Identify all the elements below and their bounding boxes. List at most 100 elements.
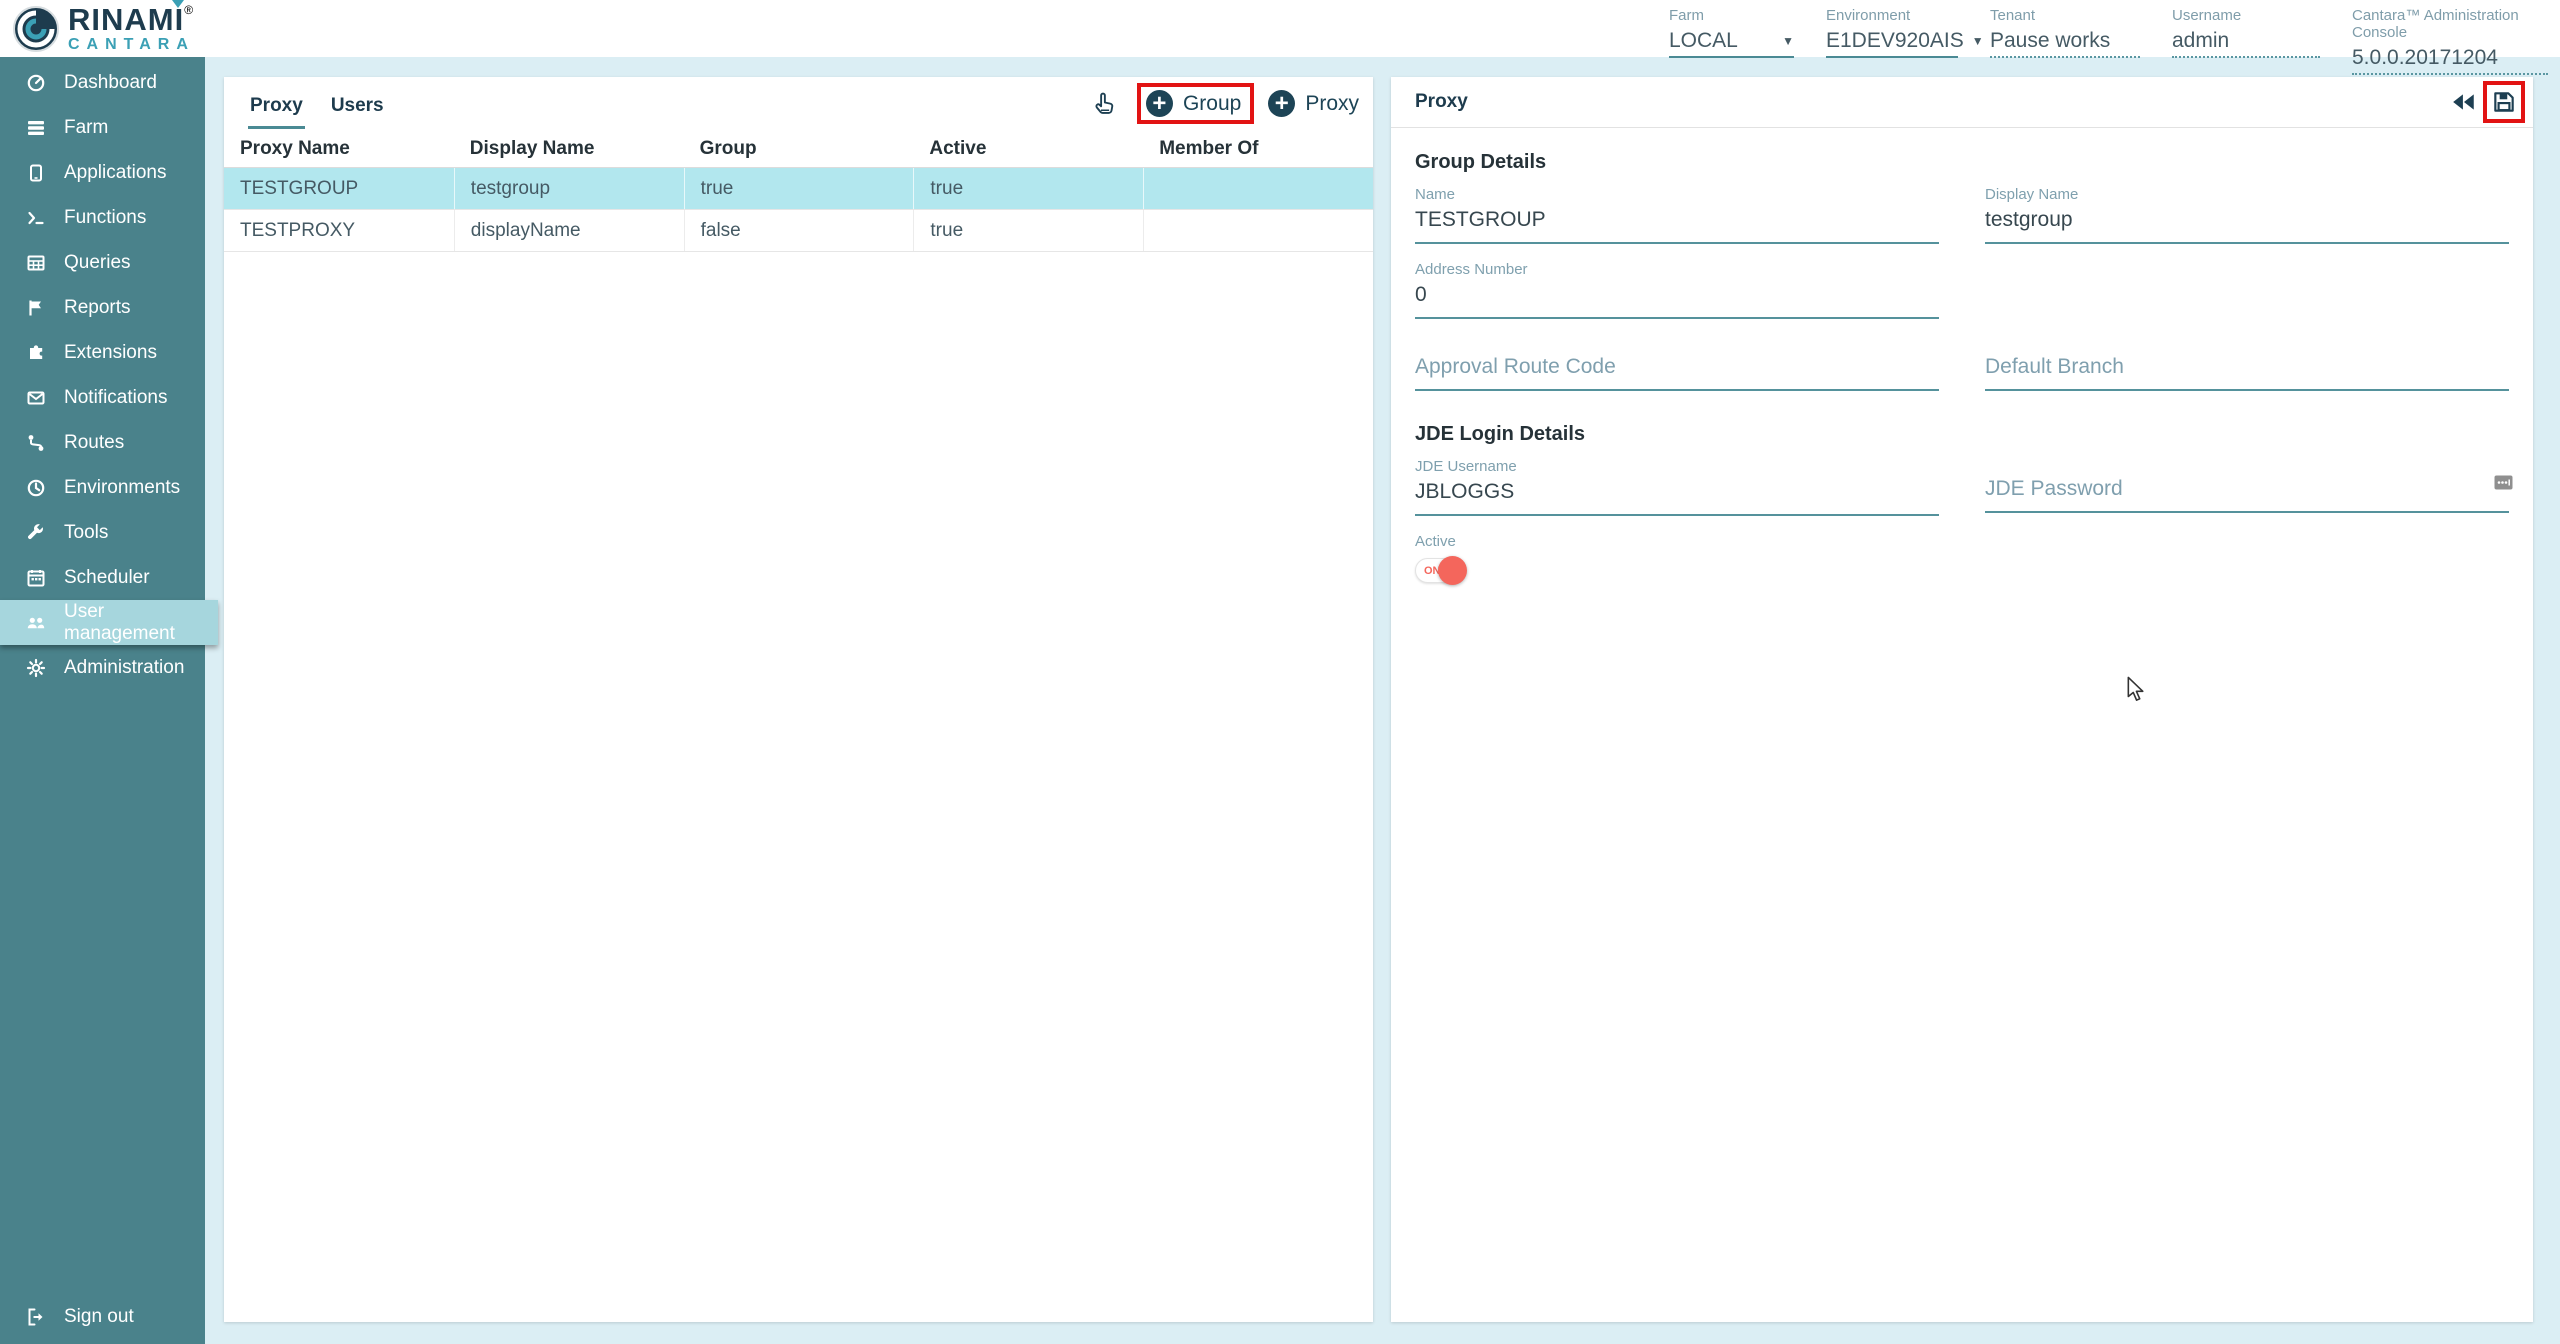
sidebar-item-administration[interactable]: Administration — [0, 645, 205, 690]
sidebar-item-queries[interactable]: Queries — [0, 240, 205, 285]
active-field: Active ON — [1415, 533, 2509, 583]
farm-select[interactable]: Farm LOCAL▼ — [1669, 0, 1794, 57]
sign-out-icon — [26, 1307, 46, 1327]
content-area: Proxy Users + Group + Prox — [205, 57, 2560, 1344]
table-header-row: Proxy Name Display Name Group Active Mem… — [224, 130, 1373, 168]
sidebar-item-label: Routes — [64, 432, 124, 454]
hand-pointer-icon[interactable] — [1089, 86, 1123, 122]
cell-display-name[interactable]: testgroup — [454, 168, 684, 209]
annotation-highlight-save — [2483, 81, 2525, 123]
sidebar-item-label: User management — [64, 601, 218, 645]
jde-username-field[interactable]: JDE Username JBLOGGS — [1415, 458, 1939, 516]
header-fields: Farm LOCAL▼ Environment E1DEV920AIS▼ Ten… — [1669, 0, 2548, 57]
group-details-heading: Group Details — [1415, 151, 2509, 174]
proxy-detail-panel: Proxy Group Details Name — [1391, 77, 2533, 1322]
active-toggle[interactable]: ON — [1415, 558, 1465, 583]
address-number-field[interactable]: Address Number 0 — [1415, 261, 1939, 319]
panel-title: Proxy — [1415, 91, 1468, 113]
cell-group[interactable]: false — [684, 210, 914, 251]
cell-member-of[interactable] — [1143, 168, 1373, 209]
tab-bar: Proxy Users — [248, 78, 386, 129]
column-header: Group — [684, 130, 914, 167]
sidebar-item-user-management[interactable]: User management — [0, 600, 218, 645]
address-number-value[interactable]: 0 — [1415, 278, 1939, 319]
proxy-list-panel: Proxy Users + Group + Prox — [224, 77, 1373, 1322]
keyboard-icon[interactable] — [2494, 474, 2513, 496]
tab-users[interactable]: Users — [329, 78, 386, 129]
display-name-value[interactable]: testgroup — [1985, 203, 2509, 244]
sidebar-item-dashboard[interactable]: Dashboard — [0, 60, 205, 105]
logo-brand: RINAMI — [68, 2, 184, 37]
top-bar: RINAMI® CANTARA Farm LOCAL▼ Environment … — [0, 0, 2560, 57]
approval-route-code-field[interactable]: Approval Route Code — [1415, 350, 1939, 391]
administration-icon — [26, 658, 46, 678]
rewind-button[interactable] — [2449, 90, 2479, 114]
default-branch-input[interactable]: Default Branch — [1985, 350, 2509, 391]
sidebar-item-functions[interactable]: Functions — [0, 195, 205, 240]
sidebar-item-extensions[interactable]: Extensions — [0, 330, 205, 375]
tenant-field[interactable]: Tenant Pause works — [1990, 0, 2140, 57]
sidebar: Dashboard Farm Applications Functions Qu… — [0, 57, 205, 1344]
plus-icon: + — [1268, 90, 1295, 117]
save-button[interactable] — [2489, 87, 2519, 117]
sidebar-item-tools[interactable]: Tools — [0, 510, 205, 555]
sidebar-item-label: Queries — [64, 252, 131, 274]
sign-out-button[interactable]: Sign out — [0, 1294, 205, 1339]
sidebar-item-routes[interactable]: Routes — [0, 420, 205, 465]
user-management-icon — [26, 613, 46, 633]
cell-display-name[interactable]: displayName — [454, 210, 684, 251]
tab-proxy[interactable]: Proxy — [248, 78, 305, 129]
farm-icon — [26, 118, 46, 138]
column-header: Member Of — [1143, 130, 1373, 167]
toggle-knob[interactable] — [1438, 556, 1467, 585]
column-header: Proxy Name — [224, 130, 454, 167]
environment-select[interactable]: Environment E1DEV920AIS▼ — [1826, 0, 1958, 57]
scheduler-icon — [26, 568, 46, 588]
display-name-field[interactable]: Display Name testgroup — [1985, 186, 2509, 244]
farm-label: Farm — [1669, 7, 1794, 24]
plus-icon: + — [1146, 90, 1173, 117]
sidebar-item-label: Extensions — [64, 342, 157, 364]
cell-active[interactable]: true — [913, 168, 1143, 209]
sidebar-item-reports[interactable]: Reports — [0, 285, 205, 330]
extensions-icon — [26, 343, 46, 363]
add-group-button[interactable]: + Group — [1146, 90, 1241, 117]
sidebar-item-label: Environments — [64, 477, 180, 499]
name-field[interactable]: Name TESTGROUP — [1415, 186, 1939, 244]
proxy-table: Proxy Name Display Name Group Active Mem… — [224, 130, 1373, 252]
jde-username-value[interactable]: JBLOGGS — [1415, 475, 1939, 516]
sidebar-item-applications[interactable]: Applications — [0, 150, 205, 195]
console-version-field: Cantara™ Administration Console 5.0.0.20… — [2352, 0, 2548, 57]
cell-active[interactable]: true — [913, 210, 1143, 251]
cell-group[interactable]: true — [684, 168, 914, 209]
active-label: Active — [1415, 533, 2509, 550]
name-value[interactable]: TESTGROUP — [1415, 203, 1939, 244]
sidebar-item-scheduler[interactable]: Scheduler — [0, 555, 205, 600]
logo-accent-triangle — [172, 0, 184, 8]
cantara-admin-console: RINAMI® CANTARA Farm LOCAL▼ Environment … — [0, 0, 2560, 1344]
sidebar-item-label: Scheduler — [64, 567, 150, 589]
rinami-logo-icon — [12, 5, 60, 53]
sign-out-label: Sign out — [64, 1306, 134, 1328]
dashboard-icon — [26, 73, 46, 93]
approval-route-code-input[interactable]: Approval Route Code — [1415, 350, 1939, 391]
sidebar-item-environments[interactable]: Environments — [0, 465, 205, 510]
chevron-down-icon: ▼ — [1782, 34, 1794, 48]
tools-icon — [26, 523, 46, 543]
jde-login-details-heading: JDE Login Details — [1415, 423, 2509, 446]
add-proxy-button[interactable]: + Proxy — [1268, 90, 1359, 117]
sidebar-item-notifications[interactable]: Notifications — [0, 375, 205, 420]
cell-member-of[interactable] — [1143, 210, 1373, 251]
jde-password-input[interactable]: JDE Password — [1985, 472, 2509, 513]
jde-password-field[interactable]: JDE Password — [1985, 472, 2509, 516]
username-value: admin — [2172, 29, 2320, 58]
default-branch-field[interactable]: Default Branch — [1985, 350, 2509, 391]
table-row-testgroup[interactable]: TESTGROUP testgroup true true — [224, 168, 1373, 210]
console-version-value: 5.0.0.20171204 — [2352, 46, 2548, 75]
sidebar-item-label: Dashboard — [64, 72, 157, 94]
cell-proxy-name[interactable]: TESTPROXY — [224, 210, 454, 251]
cell-proxy-name[interactable]: TESTGROUP — [224, 168, 454, 209]
sidebar-item-farm[interactable]: Farm — [0, 105, 205, 150]
username-field[interactable]: Username admin — [2172, 0, 2320, 57]
table-row-testproxy[interactable]: TESTPROXY displayName false true — [224, 210, 1373, 252]
